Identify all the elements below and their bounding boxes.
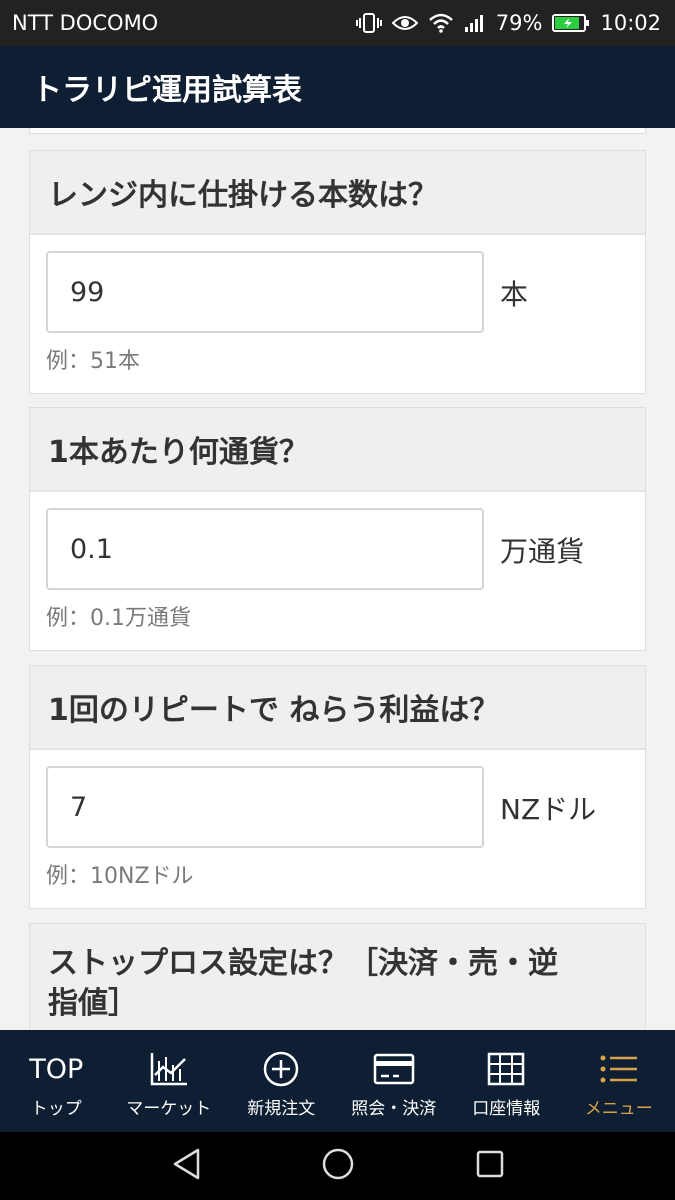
question-body: NZドル 例：10NZドル — [30, 750, 645, 908]
bottom-tab-bar: TOP トップ マーケット 新規注文 照会・決済 口座情報 メニュー — [0, 1030, 675, 1132]
clock: 10:02 — [600, 11, 661, 35]
tab-label: メニュー — [584, 1099, 653, 1119]
battery-percent: 79% — [495, 11, 543, 35]
grid-icon — [487, 1050, 525, 1088]
vibrate-icon — [355, 12, 382, 34]
profit-unit: NZドル — [500, 793, 597, 826]
stoploss-title-line1: ストップロス設定は？［決済・売・逆 — [48, 946, 558, 981]
question-card-stoploss: ストップロス設定は？［決済・売・逆 指値］ — [29, 923, 646, 1030]
page-title: トラリピ運用試算表 — [32, 73, 302, 108]
recents-icon[interactable] — [475, 1149, 505, 1183]
status-icons: 79% 10:02 — [355, 11, 661, 35]
question-body: 本 例：51本 — [30, 235, 645, 393]
profit-input[interactable] — [46, 766, 484, 848]
tab-inquiry[interactable]: 照会・決済 — [338, 1030, 451, 1132]
tab-label: 口座情報 — [472, 1099, 541, 1119]
status-bar: NTT DOCOMO 79% 10:02 — [0, 0, 675, 46]
card-icon — [373, 1050, 415, 1088]
wifi-icon — [428, 13, 454, 33]
profit-example: 例：10NZドル — [46, 864, 194, 889]
tab-new-order[interactable]: 新規注文 — [225, 1030, 338, 1132]
tab-account[interactable]: 口座情報 — [450, 1030, 563, 1132]
tab-label: トップ — [30, 1099, 82, 1119]
tab-top[interactable]: TOP トップ — [0, 1030, 113, 1132]
question-title: 1本あたり何通貨？ — [30, 408, 645, 492]
signal-icon — [464, 13, 486, 33]
question-title: レンジ内に仕掛ける本数は？ — [30, 151, 645, 235]
plus-circle-icon — [262, 1050, 300, 1088]
currency-example: 例：0.1万通貨 — [46, 606, 191, 631]
carrier-label: NTT DOCOMO — [12, 11, 159, 35]
chart-icon — [149, 1050, 189, 1088]
count-example: 例：51本 — [46, 349, 140, 374]
stoploss-title-line2: 指値］ — [48, 986, 138, 1021]
question-body: 万通貨 例：0.1万通貨 — [30, 492, 645, 650]
menu-icon — [599, 1050, 639, 1088]
previous-card-edge — [29, 128, 646, 134]
battery-icon — [552, 13, 590, 33]
currency-amount-input[interactable] — [46, 508, 484, 590]
system-nav-bar — [0, 1132, 675, 1200]
count-unit: 本 — [500, 278, 529, 311]
tab-label: 新規注文 — [247, 1099, 316, 1119]
scroll-content[interactable]: レンジ内に仕掛ける本数は？ 本 例：51本 1本あたり何通貨？ 万通貨 例：0.… — [0, 128, 675, 1030]
tab-menu[interactable]: メニュー — [563, 1030, 675, 1132]
question-card-count: レンジ内に仕掛ける本数は？ 本 例：51本 — [29, 150, 646, 394]
home-icon[interactable] — [321, 1147, 355, 1185]
top-icon: TOP — [29, 1053, 84, 1085]
question-card-currency: 1本あたり何通貨？ 万通貨 例：0.1万通貨 — [29, 407, 646, 651]
app-bar: トラリピ運用試算表 — [0, 46, 675, 128]
back-icon[interactable] — [170, 1147, 202, 1185]
question-title: 1回のリピートで ねらう利益は？ — [30, 666, 645, 750]
tab-label: 照会・決済 — [351, 1099, 437, 1119]
currency-unit: 万通貨 — [500, 535, 585, 568]
tab-market[interactable]: マーケット — [113, 1030, 226, 1132]
count-input[interactable] — [46, 251, 484, 333]
question-title: ストップロス設定は？［決済・売・逆 指値］ — [30, 924, 645, 1030]
question-card-profit: 1回のリピートで ねらう利益は？ NZドル 例：10NZドル — [29, 665, 646, 909]
tab-label: マーケット — [126, 1099, 212, 1119]
eye-icon — [391, 13, 418, 33]
